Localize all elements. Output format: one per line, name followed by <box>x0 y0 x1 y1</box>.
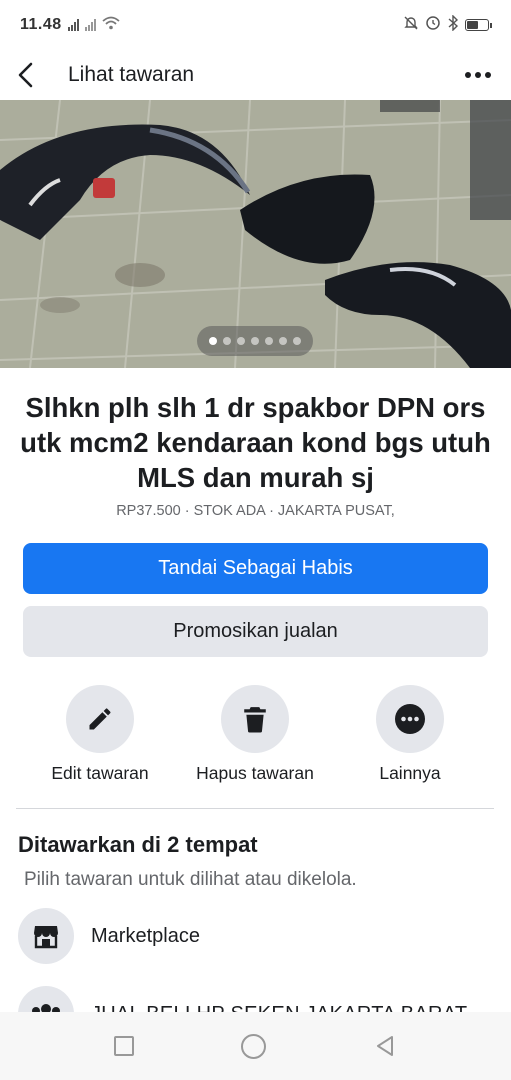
place-label: Marketplace <box>91 924 200 947</box>
place-icon-wrap <box>18 908 74 964</box>
bluetooth-icon <box>447 13 459 36</box>
listing-title: Slhkn plh slh 1 dr spakbor DPN ors utk m… <box>20 392 491 493</box>
mark-sold-button[interactable]: Tandai Sebagai Habis <box>23 543 488 594</box>
alarm-icon <box>425 15 441 36</box>
home-button[interactable] <box>240 1033 266 1059</box>
back-triangle-icon[interactable] <box>373 1034 397 1058</box>
status-left: 11.48 <box>20 16 120 35</box>
action-label: Hapus tawaran <box>196 763 314 783</box>
carousel-dot <box>279 337 287 345</box>
carousel-dot <box>209 337 217 345</box>
place-item-marketplace[interactable]: Marketplace <box>18 908 200 964</box>
listing-meta: RP37.500 · STOK ADA · JAKARTA PUSAT, <box>116 503 395 519</box>
signal-x-icon <box>84 19 96 31</box>
status-right <box>403 13 492 36</box>
chevron-left-icon <box>18 62 33 88</box>
divider <box>16 808 494 809</box>
section-subtitle: Pilih tawaran untuk dilihat atau dikelol… <box>24 869 357 890</box>
action-circle <box>376 685 444 753</box>
action-circle <box>221 685 289 753</box>
page-title: Lihat tawaran <box>68 63 195 86</box>
mute-icon <box>403 15 419 36</box>
carousel-dot <box>265 337 273 345</box>
system-nav-bar <box>0 1012 511 1080</box>
status-bar: 11.48 <box>0 0 511 50</box>
more-horizontal-icon <box>465 72 471 78</box>
status-time: 11.48 <box>20 16 62 33</box>
storefront-icon <box>34 926 58 949</box>
carousel-dot <box>293 337 301 345</box>
delete-listing-button[interactable]: Hapus tawaran <box>170 685 340 784</box>
more-actions-button[interactable]: Lainnya <box>325 685 495 784</box>
more-options-button[interactable] <box>461 66 495 84</box>
signal-icon <box>67 19 79 31</box>
carousel-dot <box>223 337 231 345</box>
trash-icon <box>244 707 266 733</box>
section-title: Ditawarkan di 2 tempat <box>18 832 258 857</box>
app-bar: Lihat tawaran <box>0 50 511 100</box>
carousel-indicator <box>197 326 313 356</box>
pencil-icon <box>89 708 111 730</box>
carousel-dot <box>251 337 259 345</box>
action-label: Edit tawaran <box>51 763 149 783</box>
carousel-dot <box>237 337 245 345</box>
battery-icon <box>465 19 492 31</box>
listing-photo[interactable] <box>0 100 511 368</box>
recent-apps-button[interactable] <box>113 1036 134 1056</box>
more-circle-icon <box>395 704 425 734</box>
action-label: Lainnya <box>379 763 441 783</box>
action-row: Edit tawaran Hapus tawaran Lainnya <box>0 685 511 785</box>
promote-listing-button[interactable]: Promosikan jualan <box>23 606 488 657</box>
edit-listing-button[interactable]: Edit tawaran <box>15 685 185 784</box>
wifi-icon <box>102 16 120 35</box>
action-circle <box>66 685 134 753</box>
back-button[interactable] <box>16 57 52 93</box>
